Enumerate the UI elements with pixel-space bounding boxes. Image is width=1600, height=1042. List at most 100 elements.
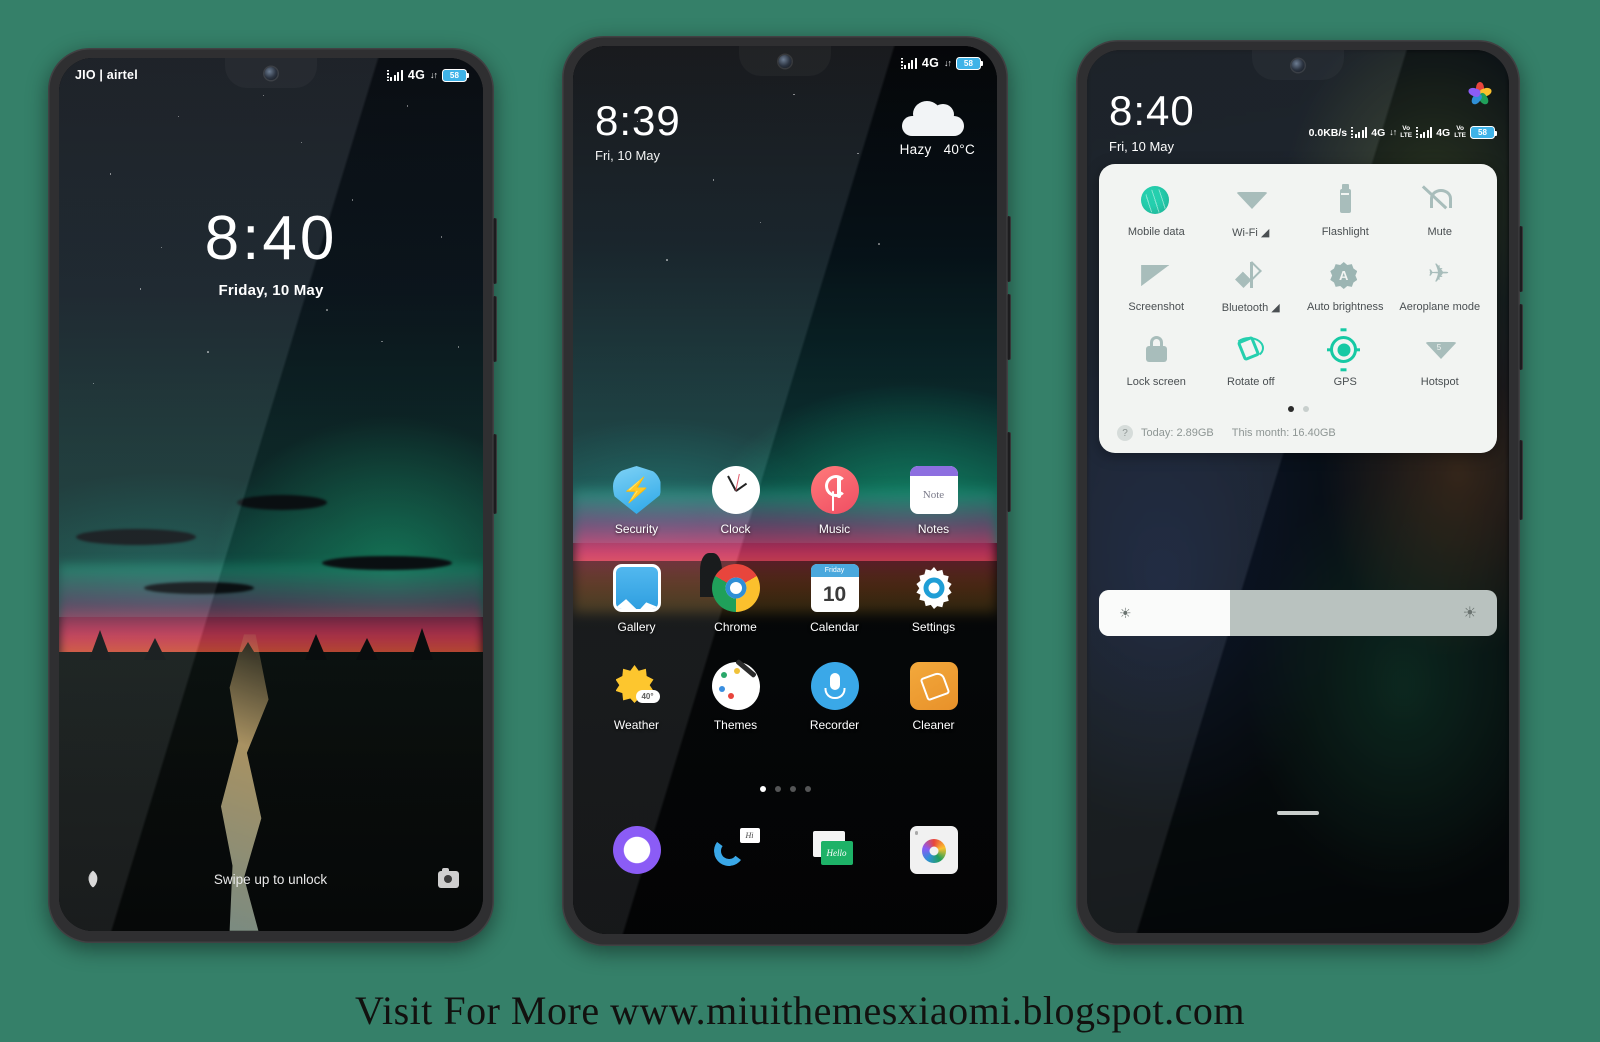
- lockscreen-date: Friday, 10 May: [218, 282, 324, 299]
- phone-1-status-bar: JIO | airtel 4G ↓↑ 58: [59, 58, 483, 92]
- lockscreen-wallpaper: [59, 58, 483, 931]
- network-type-label: 4G: [407, 68, 425, 82]
- carrier-label: JIO | airtel: [75, 68, 138, 82]
- app-label: Clock: [720, 522, 751, 536]
- app-label: Settings: [911, 620, 956, 634]
- page-indicator-dots[interactable]: [573, 786, 997, 792]
- data-transfer-icon: ↓↑: [430, 69, 438, 80]
- volume-down-button[interactable]: [493, 296, 497, 362]
- phone-3-quicksettings: 8:40 Fri, 10 May 0.0KB/s 4G ↓↑ Vo LTE 4G …: [1076, 40, 1523, 945]
- toggle-gps[interactable]: GPS: [1298, 336, 1393, 388]
- homescreen-clock-widget[interactable]: 8:39 Fri, 10 May: [595, 97, 681, 164]
- footer-watermark: Visit For More www.miuithemesxiaomi.blog…: [354, 988, 1246, 1033]
- dialer-bubble-label: Hi: [739, 828, 760, 843]
- app-icon-notes[interactable]: Note Notes: [884, 466, 983, 536]
- app-icon-calendar[interactable]: Friday 10 Calendar: [785, 564, 884, 634]
- homescreen-weather-widget[interactable]: Hazy 40°C: [892, 101, 975, 157]
- app-label: Chrome: [714, 620, 757, 634]
- toggle-aeroplane-mode[interactable]: ✈ Aeroplane mode: [1393, 260, 1488, 314]
- volume-down-button-3[interactable]: [1519, 304, 1523, 370]
- toggle-lock-screen[interactable]: Lock screen: [1109, 336, 1204, 388]
- question-mark-icon[interactable]: ?: [1117, 425, 1133, 441]
- power-button-2[interactable]: [1007, 432, 1011, 512]
- app-icon-music[interactable]: Music: [785, 466, 884, 536]
- panel-page-dots[interactable]: [1109, 406, 1487, 412]
- quick-settings-panel: Mobile data Wi-Fi ◢ Flashlight Mute Scre…: [1099, 164, 1497, 453]
- calendar-icon: Friday 10: [810, 564, 859, 612]
- power-button-3[interactable]: [1519, 440, 1523, 520]
- phone-dialer-icon[interactable]: Hi: [711, 826, 760, 874]
- app-icon-clock[interactable]: Clock: [686, 466, 785, 536]
- app-icon-themes[interactable]: Themes: [686, 658, 785, 732]
- app-label: Notes: [917, 522, 950, 536]
- battery-icon-2: 58: [956, 56, 984, 70]
- app-icon-recorder[interactable]: Recorder: [785, 662, 884, 732]
- app-icon-gallery[interactable]: Gallery: [587, 564, 686, 634]
- phone-2-homescreen: 4G ↓↑ 58 8:39 Fri, 10 May Hazy 40°C Secu…: [562, 36, 1011, 946]
- cleaner-brush-icon: [909, 662, 958, 710]
- toggle-label: Bluetooth: [1221, 302, 1269, 314]
- signal-bars-icon: [387, 69, 403, 81]
- messaging-bubble-label: Hello: [820, 841, 853, 865]
- volume-up-button[interactable]: [493, 218, 497, 284]
- toggle-wifi[interactable]: Wi-Fi ◢: [1204, 186, 1299, 239]
- flower-shortcut-icon[interactable]: [83, 869, 103, 889]
- app-label: Security: [614, 522, 659, 536]
- battery-icon-3: 58: [1470, 126, 1498, 139]
- toggle-rotate[interactable]: Rotate off: [1204, 335, 1299, 388]
- brightness-slider[interactable]: ☀ ☀: [1099, 590, 1497, 636]
- toggle-hotspot[interactable]: Hotspot: [1393, 336, 1488, 388]
- wifi-icon: [1235, 192, 1268, 209]
- sim1-volte-icon: Vo LTE: [1400, 125, 1413, 139]
- camera-icon[interactable]: [909, 826, 958, 874]
- toggle-mobile-data[interactable]: Mobile data: [1109, 186, 1204, 239]
- app-label: Gallery: [617, 620, 656, 634]
- toggle-screenshot[interactable]: Screenshot: [1109, 261, 1204, 314]
- gallery-icon: [612, 564, 661, 612]
- app-label: Cleaner: [912, 718, 955, 732]
- toggle-bluetooth[interactable]: Bluetooth ◢: [1204, 261, 1299, 314]
- toggle-label: Flashlight: [1321, 226, 1369, 238]
- power-button[interactable]: [493, 434, 497, 514]
- app-icon-chrome[interactable]: Chrome: [686, 564, 785, 634]
- messaging-icon[interactable]: Hello: [811, 826, 859, 874]
- phone-1-lockscreen: JIO | airtel 4G ↓↑ 58 8:40 Friday, 10 Ma…: [48, 48, 497, 943]
- screenshot-icon: [1141, 265, 1170, 286]
- camera-shortcut-icon[interactable]: [437, 867, 459, 888]
- volume-down-button-2[interactable]: [1007, 294, 1011, 360]
- toggle-mute[interactable]: Mute: [1393, 186, 1488, 239]
- browser-icon[interactable]: [612, 826, 661, 874]
- app-icon-cleaner[interactable]: Cleaner: [884, 662, 983, 732]
- lock-icon: [1145, 336, 1167, 362]
- music-note-icon: [810, 466, 859, 514]
- chevron-expand-icon-2[interactable]: ◢: [1271, 302, 1279, 314]
- toggle-label: Wi-Fi: [1232, 227, 1258, 239]
- toggle-label: Mute: [1427, 226, 1452, 238]
- toggle-label: Rotate off: [1227, 376, 1275, 388]
- security-shield-icon: [612, 466, 661, 514]
- toggle-label: Screenshot: [1128, 301, 1185, 313]
- brightness-low-icon: ☀: [1119, 604, 1132, 621]
- app-icon-security[interactable]: Security: [587, 466, 686, 536]
- home-indicator-bar[interactable]: [1277, 811, 1319, 815]
- lockscreen-time: 8:40: [204, 204, 338, 273]
- data-speed-label: 0.0KB/s: [1308, 126, 1348, 139]
- chevron-expand-icon[interactable]: ◢: [1261, 227, 1269, 239]
- volume-up-button-2[interactable]: [1007, 216, 1011, 282]
- toggle-label: Hotspot: [1420, 376, 1459, 388]
- toggle-flashlight[interactable]: Flashlight: [1298, 184, 1393, 239]
- data-transfer-icon-2: ↓↑: [944, 57, 952, 68]
- app-icon-settings[interactable]: Settings: [884, 564, 983, 634]
- qs-date: Fri, 10 May: [1109, 139, 1175, 154]
- volume-up-button-3[interactable]: [1519, 226, 1523, 292]
- weather-badge: 40°: [635, 690, 660, 703]
- home-time: 8:39: [595, 97, 681, 144]
- toggle-label: Lock screen: [1126, 376, 1186, 388]
- app-label: Music: [818, 522, 851, 536]
- data-usage-row[interactable]: ? Today: 2.89GB This month: 16.40GB: [1109, 425, 1487, 441]
- quicksettings-clock: 8:40 Fri, 10 May: [1109, 87, 1195, 155]
- toggle-auto-brightness[interactable]: A Auto brightness: [1298, 261, 1393, 314]
- app-icon-weather[interactable]: 40° Weather: [587, 662, 686, 732]
- qs-time: 8:40: [1109, 87, 1195, 134]
- sim1-network-label: 4G: [1371, 126, 1386, 139]
